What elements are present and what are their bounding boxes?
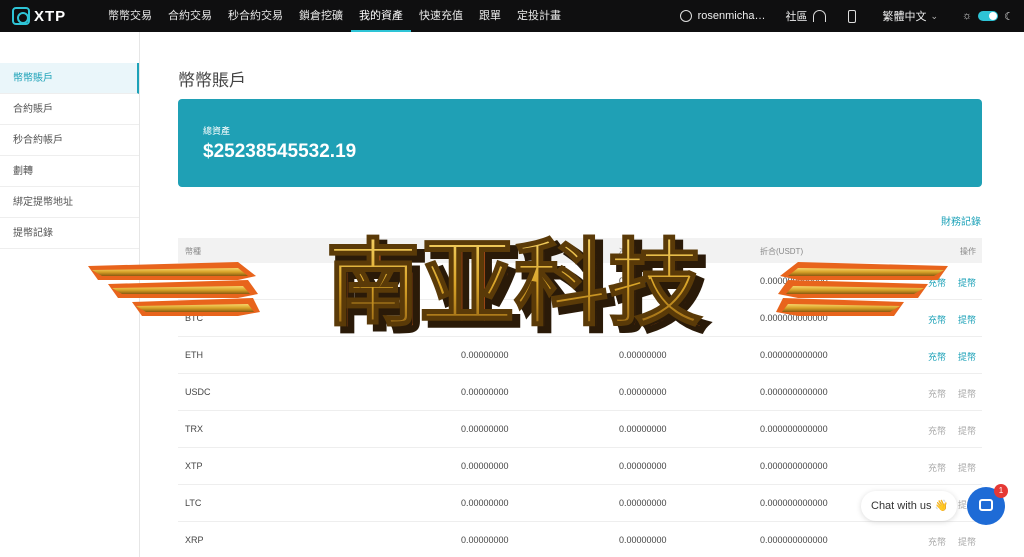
nav-quick-deposit[interactable]: 快速充值 [411,0,471,32]
header-converted: 折合(USDT) [760,247,804,256]
table-row: TRX 0.00000000 0.00000000 0.000000000000 充幣提… [178,411,982,448]
coin-cell: BTC [185,313,203,323]
table-header: 幣種 凍結 折合(USDT) 操作 [178,238,982,263]
header-coin: 幣種 [185,247,201,256]
deposit-button[interactable]: 充幣 [928,535,946,548]
header-operation: 操作 [960,247,976,256]
frozen-cell: 0.00000000 [619,276,667,286]
converted-cell: 0.000000000000 [760,498,828,508]
available-cell: 0.00000000 [461,498,509,508]
page-title: 幣幣賬戶 [178,71,246,90]
sidebar-item-transfer[interactable]: 劃轉 [0,156,139,187]
withdraw-button[interactable]: 提幣 [958,276,976,289]
chevron-down-icon[interactable]: ⌄ [930,11,938,22]
mobile-icon[interactable] [848,9,857,23]
withdraw-button[interactable]: 提幣 [958,387,976,400]
sidebar-item-second-contract-account[interactable]: 秒合約帳戶 [0,125,139,156]
deposit-button[interactable]: 充幣 [928,313,946,326]
withdraw-button[interactable]: 提幣 [958,313,976,326]
frozen-cell: 0.00000000 [619,313,667,323]
frozen-cell: 0.00000000 [619,498,667,508]
sidebar-item-spot-account[interactable]: 幣幣賬戶 [0,63,139,94]
header-frozen: 凍結 [619,247,635,256]
withdraw-button[interactable]: 提幣 [958,461,976,474]
sidebar-item-contract-account[interactable]: 合約賬戶 [0,94,139,125]
nav-contract-trading[interactable]: 合約交易 [160,0,220,32]
chat-unread-badge: 1 [994,484,1008,498]
converted-cell: 0.000000000000 [760,461,828,471]
total-assets-label: 總資產 [203,126,231,136]
sidebar: 幣幣賬戶 合約賬戶 秒合約帳戶 劃轉 綁定提幣地址 提幣記錄 [0,32,140,557]
nav-copy-trading[interactable]: 跟單 [471,0,509,32]
table-row: XTP 0.00000000 0.00000000 0.000000000000 充幣提… [178,448,982,485]
table-row: BTC 0.00000000 0.000000000000 充幣 提幣 [178,300,982,337]
coin-cell: LTC [185,498,202,508]
top-right-controls: rosenmicha… 社區 繁體中文 ⌄ ☼ ☾ [679,0,1024,32]
coin-cell: TRX [185,424,203,434]
sidebar-item-bind-address[interactable]: 綁定提幣地址 [0,187,139,218]
converted-cell: 0.000000000000 [760,387,828,397]
withdraw-button[interactable]: 提幣 [958,350,976,363]
available-cell: 0.00000000 [461,535,509,545]
chat-bubble-icon [979,499,993,511]
table-row: ETH 0.00000000 0.00000000 0.000000000000 充幣提… [178,337,982,374]
converted-cell: 0.000000000000 [760,276,828,286]
available-cell: 0.00000000 [461,387,509,397]
logo-icon [12,7,30,25]
logo-text: XTP [34,7,67,25]
nav-second-contract[interactable]: 秒合約交易 [220,0,291,32]
language-select[interactable]: 繁體中文 [882,8,926,24]
table-body: 0.00000000 0.000000000000 充幣 提幣 BTC 0.0000000… [178,263,982,557]
sidebar-item-withdraw-records[interactable]: 提幣記錄 [0,218,139,249]
available-cell: 0.00000000 [461,350,509,360]
available-cell: 0.00000000 [461,424,509,434]
withdraw-button[interactable]: 提幣 [958,424,976,437]
nav-spot-trading[interactable]: 幣幣交易 [100,0,160,32]
deposit-button[interactable]: 充幣 [928,461,946,474]
coin-cell: USDC [185,387,211,397]
available-cell: 0.00000000 [461,461,509,471]
sun-icon: ☼ [962,10,973,22]
username[interactable]: rosenmicha… [698,10,766,22]
financial-records-link[interactable]: 財務記錄 [941,213,981,228]
converted-cell: 0.000000000000 [760,350,828,360]
frozen-cell: 0.00000000 [619,424,667,434]
frozen-cell: 0.00000000 [619,350,667,360]
main-nav: 幣幣交易 合約交易 秒合約交易 鎖倉挖礦 我的資產 快速充值 跟單 定投計畫 [100,0,569,32]
logo[interactable]: XTP [12,7,82,25]
deposit-button[interactable]: 充幣 [928,350,946,363]
total-assets-card: 總資產 $25238545532.19 [178,99,982,187]
table-row: 0.00000000 0.000000000000 充幣 提幣 [178,263,982,300]
converted-cell: 0.000000000000 [760,535,828,545]
theme-toggle[interactable] [978,11,999,21]
coin-cell: ETH [185,350,203,360]
converted-cell: 0.000000000000 [760,424,828,434]
user-icon[interactable] [679,10,692,22]
coin-cell: XRP [185,535,204,545]
coin-cell: XTP [185,461,203,471]
community-link[interactable]: 社區 [785,8,807,24]
total-assets-value: $25238545532.19 [203,141,357,162]
deposit-button[interactable]: 充幣 [928,387,946,400]
table-row: USDC 0.00000000 0.00000000 0.000000000000 充幣… [178,374,982,411]
frozen-cell: 0.00000000 [619,387,667,397]
table-row: XRP 0.00000000 0.00000000 0.000000000000 充幣提… [178,522,982,557]
frozen-cell: 0.00000000 [619,461,667,471]
nav-recurring-plan[interactable]: 定投計畫 [509,0,569,32]
moon-icon: ☾ [1004,10,1014,23]
chat-with-us-button[interactable]: Chat with us 👋 [861,491,957,521]
deposit-button[interactable]: 充幣 [928,276,946,289]
headset-icon[interactable] [813,10,827,22]
top-navbar: XTP 幣幣交易 合約交易 秒合約交易 鎖倉挖礦 我的資產 快速充值 跟單 定投… [0,0,1024,32]
deposit-button[interactable]: 充幣 [928,424,946,437]
converted-cell: 0.000000000000 [760,313,828,323]
nav-staking-mining[interactable]: 鎖倉挖礦 [291,0,351,32]
nav-my-assets[interactable]: 我的資產 [351,0,411,32]
withdraw-button[interactable]: 提幣 [958,535,976,548]
frozen-cell: 0.00000000 [619,535,667,545]
